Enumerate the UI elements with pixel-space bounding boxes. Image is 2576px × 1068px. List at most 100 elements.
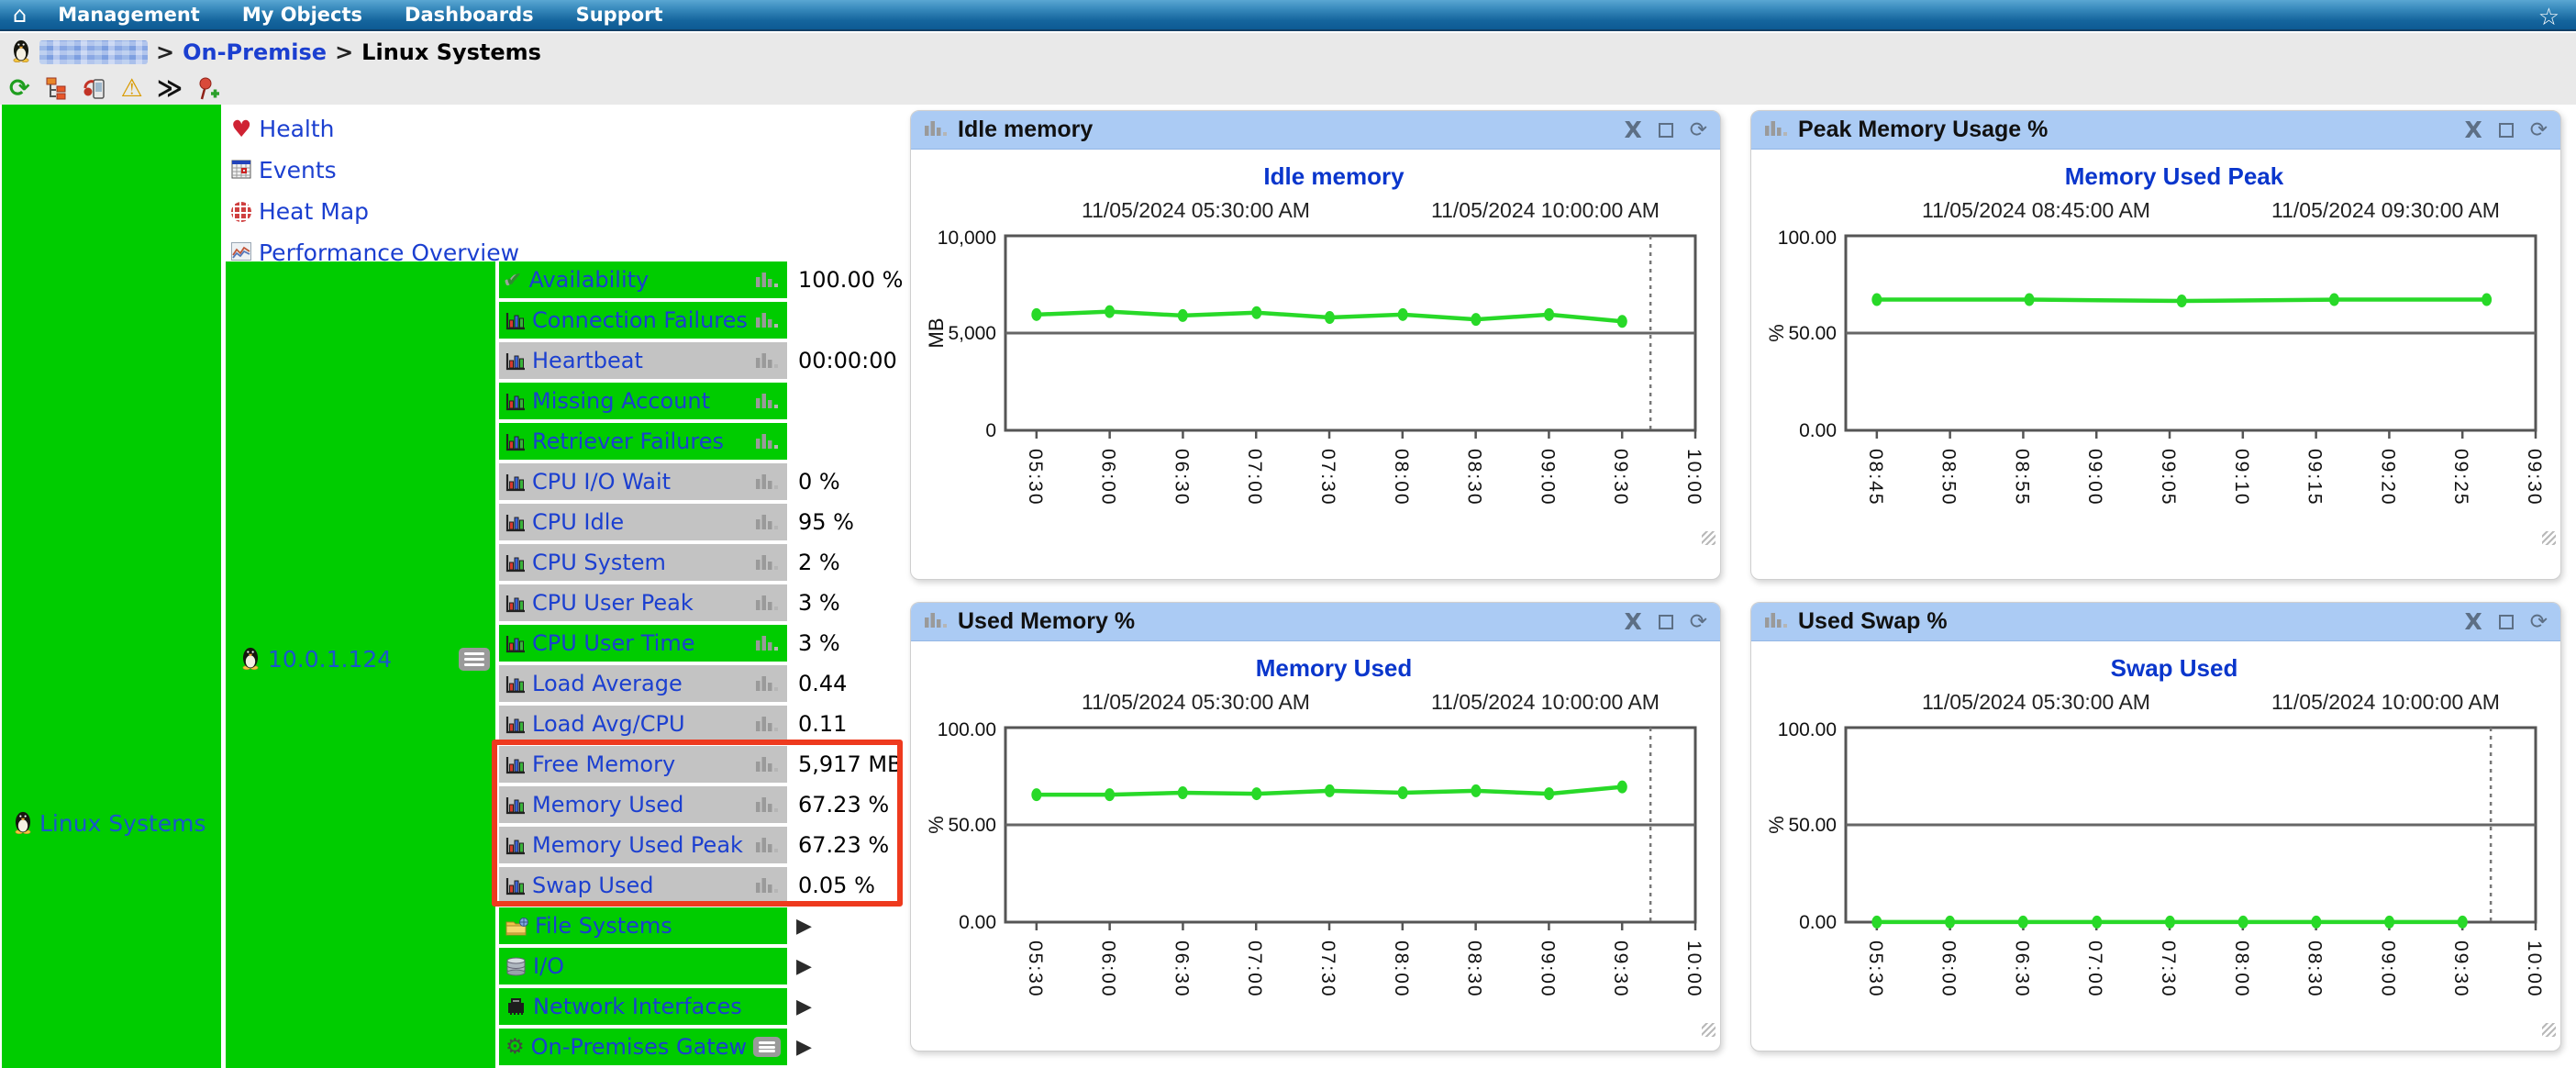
metric-label[interactable]: Network Interfaces <box>533 994 781 1019</box>
history-chart-icon[interactable] <box>755 392 781 410</box>
metric-label[interactable]: Load Average <box>532 671 749 696</box>
metric-label[interactable]: CPU User Peak <box>532 590 749 616</box>
panel-header[interactable]: Used Swap % X ⟳ <box>1751 603 2560 641</box>
nav-item-dashboards[interactable]: Dashboards <box>405 4 534 26</box>
panel-header[interactable]: Idle memory X ⟳ <box>911 111 1720 150</box>
history-chart-icon[interactable] <box>755 311 781 329</box>
tree-item-health[interactable]: ♥ Health <box>231 108 519 150</box>
metric-label[interactable]: Memory Used Peak <box>532 832 749 858</box>
host-link[interactable]: 10.0.1.124 <box>268 646 451 673</box>
metric-box-cpu-user-time[interactable]: CPU User Time <box>499 625 787 662</box>
metric-label[interactable]: CPU System <box>532 550 749 575</box>
nav-item-support[interactable]: Support <box>576 4 663 26</box>
metric-box-on-premises-gateway[interactable]: ⚙On-Premises Gateway <box>499 1029 787 1065</box>
alarm-device-icon[interactable] <box>82 74 107 102</box>
pin-add-icon[interactable] <box>196 74 220 102</box>
favorite-star-icon[interactable]: ☆ <box>2538 4 2559 31</box>
close-icon[interactable]: X <box>2464 117 2482 143</box>
metric-label[interactable]: Connection Failures <box>532 307 749 333</box>
metric-box-i-o[interactable]: I/O <box>499 948 787 985</box>
breadcrumb-link-on-premise[interactable]: On-Premise <box>183 39 327 65</box>
refresh-icon[interactable]: ⟳ <box>2530 118 2548 142</box>
history-chart-icon[interactable] <box>755 513 781 531</box>
expand-arrow-icon[interactable]: ▶ <box>796 996 812 1018</box>
expand-arrow-icon[interactable]: ▶ <box>796 1036 812 1059</box>
metric-box-network-interfaces[interactable]: Network Interfaces <box>499 988 787 1025</box>
metric-label[interactable]: CPU I/O Wait <box>532 469 749 495</box>
maximize-icon[interactable] <box>2499 615 2514 629</box>
metric-label[interactable]: On-Premises Gateway <box>531 1034 747 1060</box>
close-icon[interactable]: X <box>2464 608 2482 635</box>
component-link[interactable]: Linux Systems <box>39 810 206 837</box>
history-chart-icon[interactable] <box>755 634 781 652</box>
metric-box-cpu-idle[interactable]: CPU Idle <box>499 504 787 540</box>
metric-label[interactable]: Heartbeat <box>532 348 749 373</box>
tree-item-heat-map[interactable]: Heat Map <box>231 191 519 232</box>
tree-item-label[interactable]: Heat Map <box>259 198 369 225</box>
history-chart-icon[interactable] <box>755 432 781 451</box>
home-icon[interactable]: ⌂ <box>13 4 27 26</box>
history-chart-icon[interactable] <box>755 553 781 572</box>
metric-box-connection-failures[interactable]: Connection Failures <box>499 302 787 339</box>
topology-icon[interactable] <box>44 74 68 102</box>
history-chart-icon[interactable] <box>755 473 781 491</box>
metric-label[interactable]: Availability <box>528 267 749 293</box>
history-chart-icon[interactable] <box>755 594 781 612</box>
more-chevrons-icon[interactable]: ≫ <box>157 74 183 102</box>
maximize-icon[interactable] <box>1659 615 1673 629</box>
expand-arrow-icon[interactable]: ▶ <box>796 915 812 938</box>
history-chart-icon[interactable] <box>755 674 781 693</box>
tree-item-label[interactable]: Health <box>259 116 334 142</box>
history-chart-icon[interactable] <box>755 836 781 854</box>
refresh-icon[interactable]: ⟳ <box>1690 610 1707 634</box>
metric-box-swap-used[interactable]: Swap Used <box>499 867 787 904</box>
refresh-icon[interactable]: ⟳ <box>9 74 30 102</box>
metric-box-free-memory[interactable]: Free Memory <box>499 746 787 783</box>
metric-label[interactable]: Swap Used <box>532 873 749 898</box>
history-chart-icon[interactable] <box>755 795 781 814</box>
host-menu-icon[interactable] <box>459 648 490 671</box>
resize-handle[interactable] <box>1702 531 1715 545</box>
metric-box-load-avg-cpu[interactable]: Load Avg/CPU <box>499 706 787 742</box>
metric-label[interactable]: Free Memory <box>532 751 749 777</box>
metric-box-heartbeat[interactable]: Heartbeat <box>499 342 787 379</box>
history-chart-icon[interactable] <box>755 351 781 370</box>
metric-label[interactable]: I/O <box>533 953 781 979</box>
metric-label[interactable]: File Systems <box>535 913 781 939</box>
maximize-icon[interactable] <box>1659 123 1673 138</box>
metric-box-memory-used-peak[interactable]: Memory Used Peak <box>499 827 787 863</box>
metric-box-cpu-user-peak[interactable]: CPU User Peak <box>499 584 787 621</box>
metric-box-cpu-system[interactable]: CPU System <box>499 544 787 581</box>
resize-handle[interactable] <box>2542 1023 2556 1037</box>
metric-label[interactable]: CPU User Time <box>532 630 749 656</box>
metric-label[interactable]: Retriever Failures <box>532 428 749 454</box>
metric-menu-icon[interactable] <box>753 1037 781 1057</box>
tree-item-events[interactable]: Events <box>231 150 519 191</box>
metric-box-retriever-failures[interactable]: Retriever Failures <box>499 423 787 460</box>
tree-item-label[interactable]: Events <box>259 157 337 184</box>
refresh-icon[interactable]: ⟳ <box>2530 610 2548 634</box>
refresh-icon[interactable]: ⟳ <box>1690 118 1707 142</box>
expand-arrow-icon[interactable]: ▶ <box>796 955 812 978</box>
metric-box-load-average[interactable]: Load Average <box>499 665 787 702</box>
metric-box-cpu-i-o-wait[interactable]: CPU I/O Wait <box>499 463 787 500</box>
metric-box-missing-account[interactable]: Missing Account <box>499 383 787 419</box>
close-icon[interactable]: X <box>1624 608 1641 635</box>
close-icon[interactable]: X <box>1624 117 1641 143</box>
nav-item-management[interactable]: Management <box>58 4 200 26</box>
resize-handle[interactable] <box>2542 531 2556 545</box>
panel-header[interactable]: Used Memory % X ⟳ <box>911 603 1720 641</box>
metric-box-memory-used[interactable]: Memory Used <box>499 786 787 823</box>
history-chart-icon[interactable] <box>755 876 781 895</box>
resize-handle[interactable] <box>1702 1023 1715 1037</box>
panel-header[interactable]: Peak Memory Usage % X ⟳ <box>1751 111 2560 150</box>
history-chart-icon[interactable] <box>755 755 781 773</box>
metric-label[interactable]: Memory Used <box>532 792 749 818</box>
metric-label[interactable]: CPU Idle <box>532 509 749 535</box>
metric-box-availability[interactable]: ✔Availability <box>499 261 787 298</box>
nav-item-my-objects[interactable]: My Objects <box>242 4 362 26</box>
metric-label[interactable]: Missing Account <box>532 388 749 414</box>
warning-icon[interactable]: ⚠ <box>121 74 143 102</box>
history-chart-icon[interactable] <box>755 271 781 289</box>
history-chart-icon[interactable] <box>755 715 781 733</box>
